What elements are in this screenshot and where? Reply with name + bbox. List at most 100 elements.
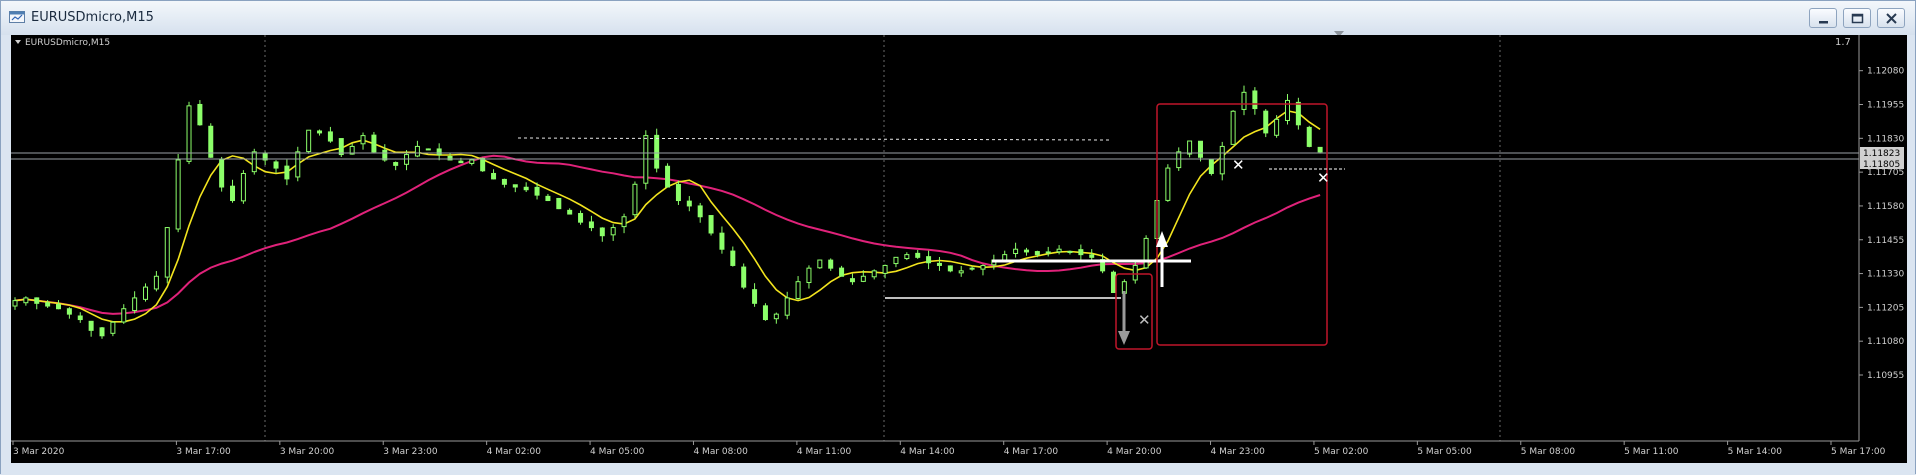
y-tick-label: 1.10955: [1867, 371, 1904, 381]
candle-body: [708, 215, 714, 234]
candle-body: [1219, 145, 1225, 175]
candle-body: [697, 205, 703, 218]
candle-body: [77, 315, 83, 321]
candle-body: [425, 148, 431, 151]
candle-body: [295, 151, 301, 178]
candle-body: [1165, 167, 1171, 201]
x-tick-label: 3 Mar 17:00: [176, 447, 231, 457]
candle-body: [480, 157, 486, 172]
chart-area[interactable]: ✕ ✕ ✕ EURUSDmicro,M15 1.7 1.12080 1.11955…: [11, 35, 1907, 463]
candle-body: [1143, 237, 1149, 269]
y-tick-label: 1.11580: [1867, 202, 1904, 212]
candle-body: [795, 281, 801, 299]
candle-body: [730, 250, 736, 266]
price-axis-background: [1859, 35, 1907, 463]
candle-body: [360, 135, 366, 145]
x-tick-label: 4 Mar 02:00: [487, 447, 542, 457]
candle-body: [371, 134, 377, 153]
candle-body: [610, 227, 616, 236]
candle-body: [839, 267, 845, 277]
candle-body: [1110, 271, 1116, 293]
candle-body: [719, 232, 725, 250]
candle-body: [1023, 249, 1029, 253]
candle-body: [578, 213, 584, 223]
candle-body: [849, 278, 855, 283]
candle-body: [893, 256, 899, 265]
candle-body: [56, 304, 62, 310]
ratio-label: 1.7: [1835, 37, 1851, 48]
candle-body: [88, 320, 94, 331]
candle-body: [1306, 126, 1312, 147]
candle-body: [132, 297, 138, 312]
candle-body: [153, 275, 159, 290]
x-tick-label: 5 Mar 02:00: [1314, 447, 1369, 457]
x-tick-label: 4 Mar 20:00: [1107, 447, 1162, 457]
candle-body: [99, 327, 105, 337]
candle-body: [860, 275, 866, 282]
candle-body: [556, 197, 562, 210]
candle-body: [545, 195, 551, 202]
candle-body: [45, 302, 51, 307]
candle-body: [501, 178, 507, 185]
close-button[interactable]: [1877, 8, 1905, 28]
current-price-labels: 1.11823 1.11805: [1860, 147, 1904, 170]
x-tick-label: 5 Mar 11:00: [1624, 447, 1679, 457]
candle-body: [1263, 110, 1269, 134]
price-chart[interactable]: ✕ ✕ ✕ EURUSDmicro,M15 1.7 1.12080 1.11955…: [11, 35, 1907, 463]
candle-body: [665, 165, 671, 188]
candle-body: [741, 266, 747, 288]
candle-body: [230, 185, 236, 202]
candle-body: [621, 216, 627, 228]
window-title: EURUSDmicro,M15: [31, 10, 154, 25]
title-bar[interactable]: EURUSDmicro,M15: [1, 1, 1915, 35]
x-tick-label: 4 Mar 11:00: [797, 447, 852, 457]
candle-body: [752, 289, 758, 304]
x-tick-label: 5 Mar 14:00: [1728, 447, 1783, 457]
y-tick-label: 1.11205: [1867, 303, 1904, 313]
x-tick-label: 5 Mar 17:00: [1831, 447, 1886, 457]
minimize-icon: [1819, 21, 1828, 24]
candle-body: [436, 148, 442, 156]
candle-body: [1067, 250, 1073, 253]
chart-symbol-label: EURUSDmicro,M15: [25, 38, 110, 48]
candle-body: [599, 227, 605, 237]
candle-body: [34, 297, 40, 304]
x-tick-label: 5 Mar 05:00: [1417, 447, 1472, 457]
candle-body: [1241, 91, 1247, 110]
candle-body: [871, 270, 877, 278]
candle-body: [469, 159, 475, 164]
candle-body: [915, 252, 921, 258]
x-tick-label: 5 Mar 08:00: [1521, 447, 1576, 457]
x-tick-label: 3 Mar 23:00: [383, 447, 438, 457]
y-tick-label: 1.12080: [1867, 67, 1904, 77]
candle-body: [317, 130, 323, 134]
candle-body: [491, 172, 497, 180]
candle-body: [338, 138, 344, 156]
candle-body: [1078, 249, 1084, 256]
candle-body: [110, 321, 116, 334]
candle-body: [947, 265, 953, 272]
candle-body: [458, 160, 464, 164]
candle-body: [882, 264, 888, 274]
x-tick-label: 3 Mar 20:00: [280, 447, 335, 457]
candle-body: [980, 264, 986, 270]
candle-body: [1230, 110, 1236, 145]
candle-body: [143, 286, 149, 300]
candle-body: [936, 262, 942, 266]
candle-body: [12, 300, 18, 307]
candle-body: [414, 145, 420, 157]
candle-body: [675, 183, 681, 202]
candle-body: [632, 183, 638, 216]
candle-body: [1045, 251, 1051, 254]
chart-window-icon: [9, 11, 25, 23]
restore-icon: [1851, 13, 1864, 24]
maximize-button[interactable]: [1843, 8, 1871, 28]
x-tick-label: 4 Mar 05:00: [590, 447, 645, 457]
x-tick-label: 4 Mar 14:00: [900, 447, 955, 457]
close-icon: [1886, 13, 1897, 24]
candle-body: [1187, 140, 1193, 155]
candle-body: [654, 134, 660, 169]
candle-body: [969, 267, 975, 270]
minimize-button[interactable]: [1809, 8, 1837, 28]
y-tick-label: 1.11830: [1867, 134, 1904, 144]
